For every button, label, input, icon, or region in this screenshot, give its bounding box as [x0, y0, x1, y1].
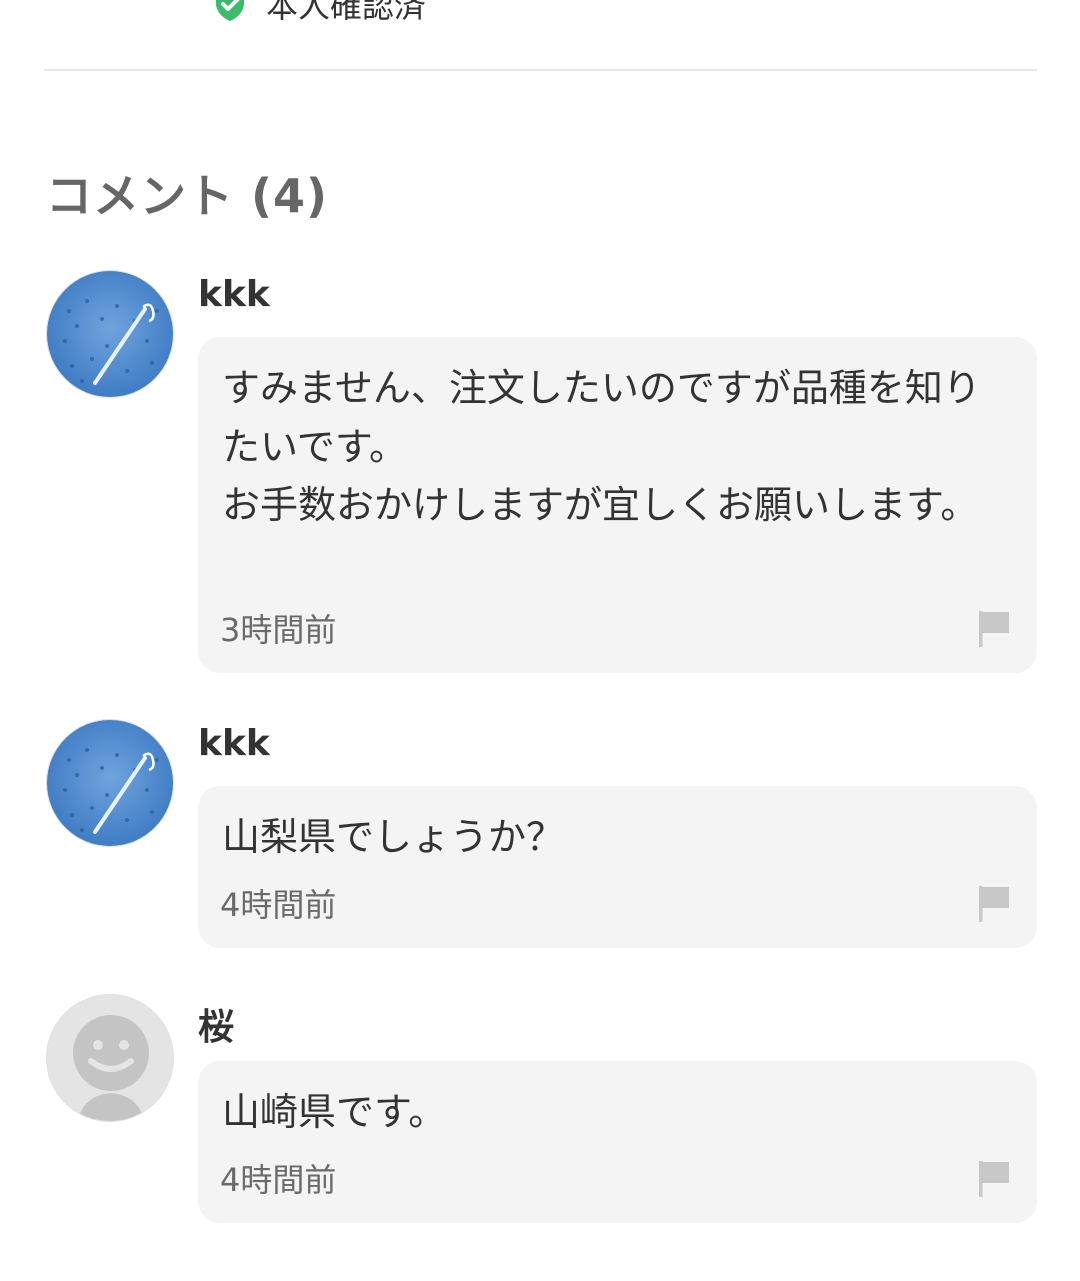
comment-timestamp: 4時間前 — [220, 1161, 337, 1199]
flag-icon[interactable] — [977, 884, 1011, 924]
section-divider — [44, 69, 1037, 71]
comment-body: 山崎県です。 — [222, 1090, 447, 1134]
comment-bubble: すみません、注文したいのですが品種を知りたいです。 お手数おかけしますが宜しくお… — [198, 337, 1037, 673]
verified-label: 本人確認済 — [266, 0, 427, 25]
user-avatar[interactable] — [46, 719, 174, 847]
verified-shield-icon — [212, 0, 248, 22]
identity-verified-badge: 本人確認済 — [212, 0, 426, 25]
comment-bubble: 山崎県です。 4時間前 — [198, 1061, 1037, 1223]
comment-username[interactable]: kkk — [198, 274, 270, 315]
photo-avatar-image — [47, 271, 173, 397]
comment-timestamp: 4時間前 — [220, 886, 337, 924]
comment-body: すみません、注文したいのですが品種を知りたいです。 お手数おかけしますが宜しくお… — [222, 366, 981, 527]
user-avatar[interactable] — [46, 994, 174, 1122]
default-avatar-icon — [47, 995, 173, 1121]
comment-item: 桜 山崎県です。 4時間前 — [0, 994, 1080, 1223]
flag-icon[interactable] — [977, 1159, 1011, 1199]
comments-section-title: コメント (4) — [46, 169, 329, 223]
user-avatar[interactable] — [46, 270, 174, 398]
comment-body: 山梨県でしょうか？ — [222, 815, 565, 859]
comment-username[interactable]: 桜 — [198, 998, 234, 1050]
comment-item: kkk すみません、注文したいのですが品種を知りたいです。 お手数おかけしますが… — [0, 270, 1080, 673]
comment-username[interactable]: kkk — [198, 723, 270, 764]
flag-icon[interactable] — [977, 609, 1011, 649]
comment-timestamp: 3時間前 — [220, 611, 337, 649]
comment-bubble: 山梨県でしょうか？ 4時間前 — [198, 786, 1037, 948]
photo-avatar-image — [47, 720, 173, 846]
comment-item: kkk 山梨県でしょうか？ 4時間前 — [0, 719, 1080, 948]
